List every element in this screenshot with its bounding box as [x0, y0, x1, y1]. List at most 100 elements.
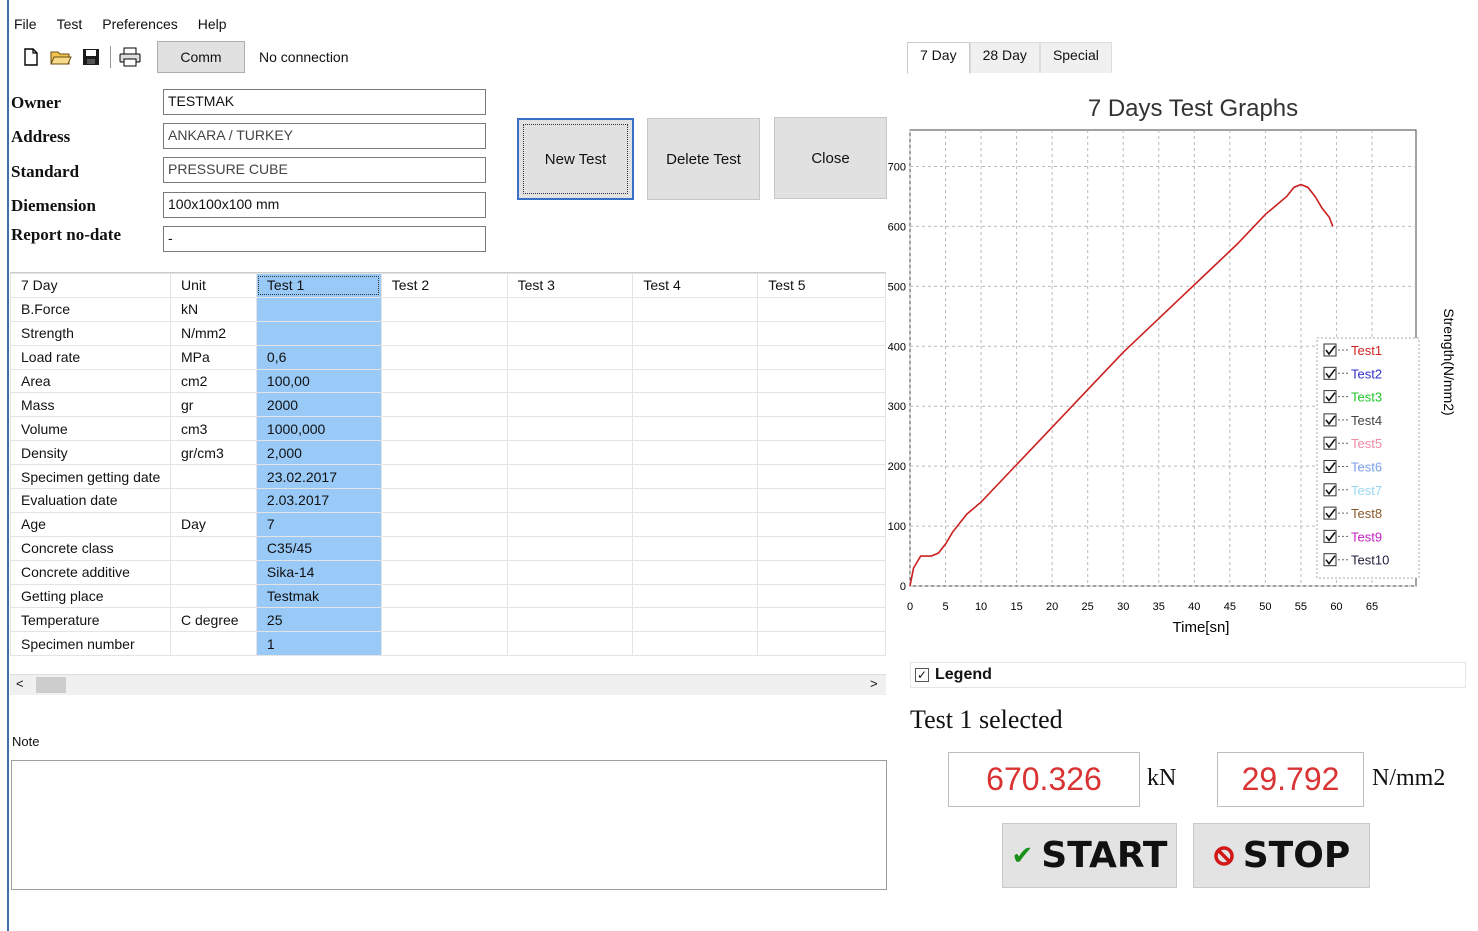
new-file-icon[interactable]	[20, 46, 42, 68]
value-cell[interactable]	[757, 488, 886, 513]
value-cell[interactable]	[380, 392, 508, 418]
legend-item[interactable]: Test5	[1323, 436, 1382, 451]
value-cell[interactable]: 1	[255, 631, 382, 657]
value-cell[interactable]	[506, 535, 634, 561]
stop-button[interactable]: STOP	[1193, 823, 1370, 888]
column-header[interactable]: Test 3	[506, 273, 634, 298]
grid-horizontal-scrollbar[interactable]: < >	[10, 674, 886, 695]
value-cell[interactable]	[632, 583, 759, 609]
value-cell[interactable]	[757, 631, 886, 657]
tab-28-day[interactable]: 28 Day	[969, 42, 1040, 73]
value-cell[interactable]	[506, 320, 634, 346]
value-cell[interactable]	[380, 535, 508, 561]
legend-item[interactable]: Test4	[1323, 413, 1382, 428]
value-cell[interactable]: 7	[255, 511, 382, 537]
value-cell[interactable]	[380, 320, 508, 346]
column-header[interactable]: Test 1	[255, 273, 382, 298]
column-header[interactable]: Test 4	[632, 273, 759, 298]
value-cell[interactable]	[380, 440, 508, 466]
value-cell[interactable]	[757, 344, 886, 370]
value-cell[interactable]	[506, 559, 634, 585]
value-cell[interactable]	[757, 607, 886, 633]
note-textarea[interactable]	[11, 760, 887, 890]
legend-item[interactable]: Test7	[1323, 483, 1382, 498]
value-cell[interactable]	[632, 559, 759, 585]
value-cell[interactable]: 23.02.2017	[255, 464, 382, 490]
value-cell[interactable]	[506, 583, 634, 609]
value-cell[interactable]	[380, 344, 508, 370]
value-cell[interactable]: 0,6	[255, 344, 382, 370]
value-cell[interactable]	[506, 344, 634, 370]
close-button[interactable]: Close	[774, 117, 887, 199]
value-cell[interactable]: 2000	[255, 392, 382, 418]
value-cell[interactable]	[506, 440, 634, 466]
value-cell[interactable]	[506, 464, 634, 490]
value-cell[interactable]	[632, 368, 759, 394]
value-cell[interactable]: 25	[255, 607, 382, 633]
report-field[interactable]: -	[163, 226, 486, 252]
value-cell[interactable]	[632, 511, 759, 537]
value-cell[interactable]	[632, 440, 759, 466]
value-cell[interactable]	[255, 320, 382, 346]
value-cell[interactable]: 1000,000	[255, 416, 382, 442]
value-cell[interactable]	[632, 607, 759, 633]
legend-item[interactable]: Test2	[1323, 366, 1382, 381]
value-cell[interactable]	[506, 511, 634, 537]
legend-item[interactable]: Test1	[1323, 343, 1382, 358]
value-cell[interactable]	[380, 488, 508, 513]
value-cell[interactable]: 2,000	[255, 440, 382, 466]
value-cell[interactable]	[380, 559, 508, 585]
legend-item[interactable]: Test9	[1323, 529, 1382, 544]
scroll-left-icon[interactable]: <	[16, 676, 24, 691]
value-cell[interactable]	[757, 583, 886, 609]
value-cell[interactable]	[757, 511, 886, 537]
value-cell[interactable]: C35/45	[255, 535, 382, 561]
value-cell[interactable]	[632, 344, 759, 370]
value-cell[interactable]	[632, 464, 759, 490]
value-cell[interactable]	[757, 559, 886, 585]
value-cell[interactable]: 2.03.2017	[255, 488, 382, 513]
value-cell[interactable]	[506, 416, 634, 442]
value-cell[interactable]	[757, 392, 886, 418]
value-cell[interactable]	[632, 320, 759, 346]
column-header[interactable]: Test 5	[757, 273, 886, 298]
value-cell[interactable]	[506, 368, 634, 394]
scroll-right-icon[interactable]: >	[870, 676, 878, 691]
value-cell[interactable]	[632, 488, 759, 513]
value-cell[interactable]	[757, 320, 886, 346]
value-cell[interactable]	[380, 511, 508, 537]
open-folder-icon[interactable]	[50, 46, 72, 68]
scroll-thumb[interactable]	[36, 677, 66, 693]
value-cell[interactable]	[380, 583, 508, 609]
value-cell[interactable]: Testmak	[255, 583, 382, 609]
value-cell[interactable]	[506, 607, 634, 633]
new-test-button[interactable]: New Test	[517, 118, 634, 200]
legend-item[interactable]: Test6	[1323, 460, 1382, 475]
value-cell[interactable]	[632, 296, 759, 322]
legend-item[interactable]: Test3	[1323, 390, 1382, 405]
value-cell[interactable]	[380, 296, 508, 322]
value-cell[interactable]: Sika-14	[255, 559, 382, 585]
value-cell[interactable]	[506, 488, 634, 513]
column-header[interactable]: Unit	[169, 273, 257, 298]
menu-test[interactable]: Test	[55, 14, 85, 36]
delete-test-button[interactable]: Delete Test	[647, 118, 760, 200]
legend-checkbox[interactable]: ✓	[915, 668, 929, 682]
value-cell[interactable]	[506, 296, 634, 322]
address-field[interactable]: ANKARA / TURKEY	[163, 123, 486, 149]
print-icon[interactable]	[119, 46, 141, 68]
value-cell[interactable]	[757, 416, 886, 442]
value-cell[interactable]	[632, 535, 759, 561]
value-cell[interactable]	[757, 464, 886, 490]
column-header[interactable]: 7 Day	[10, 273, 171, 298]
dimension-field[interactable]: 100x100x100 mm	[163, 192, 486, 218]
value-cell[interactable]: 100,00	[255, 368, 382, 394]
value-cell[interactable]	[632, 416, 759, 442]
value-cell[interactable]	[380, 368, 508, 394]
start-button[interactable]: ✔ START	[1002, 823, 1177, 888]
save-icon[interactable]	[80, 46, 102, 68]
standard-field[interactable]: PRESSURE CUBE	[163, 157, 486, 183]
value-cell[interactable]	[506, 392, 634, 418]
menu-file[interactable]: File	[12, 14, 39, 36]
value-cell[interactable]	[757, 440, 886, 466]
